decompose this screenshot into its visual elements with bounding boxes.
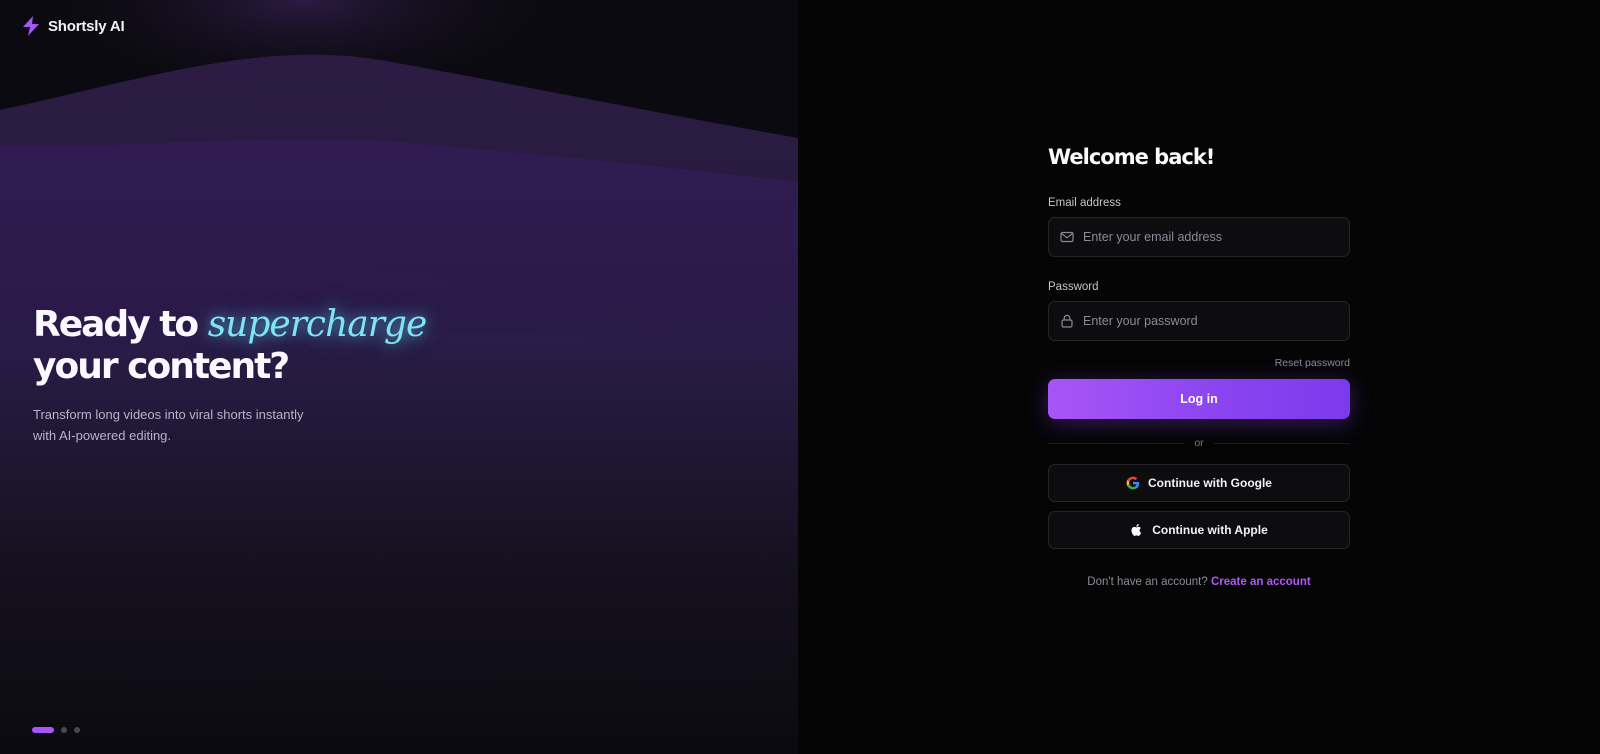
mail-icon xyxy=(1060,231,1074,243)
or-divider: or xyxy=(1048,437,1350,449)
google-button-label: Continue with Google xyxy=(1148,476,1272,490)
divider-line-left xyxy=(1048,442,1185,444)
carousel-indicator xyxy=(32,727,80,733)
login-button[interactable]: Log in xyxy=(1048,379,1350,419)
login-form: Welcome back! Email address Password Res… xyxy=(1048,140,1350,588)
form-title: Welcome back! xyxy=(1048,145,1215,169)
carousel-dot-1[interactable] xyxy=(32,727,54,733)
password-input[interactable] xyxy=(1083,314,1323,328)
divider-label: or xyxy=(1194,437,1204,449)
continue-with-apple-button[interactable]: Continue with Apple xyxy=(1048,511,1350,549)
hero-headline: Ready to supercharge your content? xyxy=(33,304,428,388)
brand-logo[interactable]: Shortsly AI xyxy=(22,16,125,36)
signup-row: Don't have an account? Create an account xyxy=(1048,576,1350,588)
google-icon xyxy=(1126,476,1140,490)
create-account-link[interactable]: Create an account xyxy=(1211,576,1311,588)
hero-subtext: Transform long videos into viral shorts … xyxy=(33,407,304,443)
hero-panel: Shortsly AI Ready to supercharge your con… xyxy=(0,0,798,754)
carousel-dot-2[interactable] xyxy=(61,727,67,733)
password-field-wrapper xyxy=(1048,301,1350,341)
brand-name: Shortsly AI xyxy=(48,17,125,35)
headline-accent: supercharge xyxy=(207,304,428,345)
email-input[interactable] xyxy=(1083,230,1323,244)
login-panel: Welcome back! Email address Password Res… xyxy=(798,0,1600,754)
reset-row: Reset password xyxy=(1048,353,1350,369)
continue-with-google-button[interactable]: Continue with Google xyxy=(1048,464,1350,502)
password-label: Password xyxy=(1048,281,1099,293)
reset-password-link[interactable]: Reset password xyxy=(1275,357,1350,369)
email-field-wrapper xyxy=(1048,217,1350,257)
apple-button-label: Continue with Apple xyxy=(1152,523,1268,537)
email-label: Email address xyxy=(1048,197,1121,209)
signup-prompt: Don't have an account? xyxy=(1087,576,1208,588)
headline-prefix: Ready to xyxy=(33,304,199,345)
apple-icon xyxy=(1131,523,1142,536)
lock-icon xyxy=(1061,314,1073,328)
carousel-dot-3[interactable] xyxy=(74,727,80,733)
lightning-bolt-icon xyxy=(23,16,39,36)
headline-suffix: your content? xyxy=(33,346,290,387)
divider-line-right xyxy=(1213,442,1350,444)
